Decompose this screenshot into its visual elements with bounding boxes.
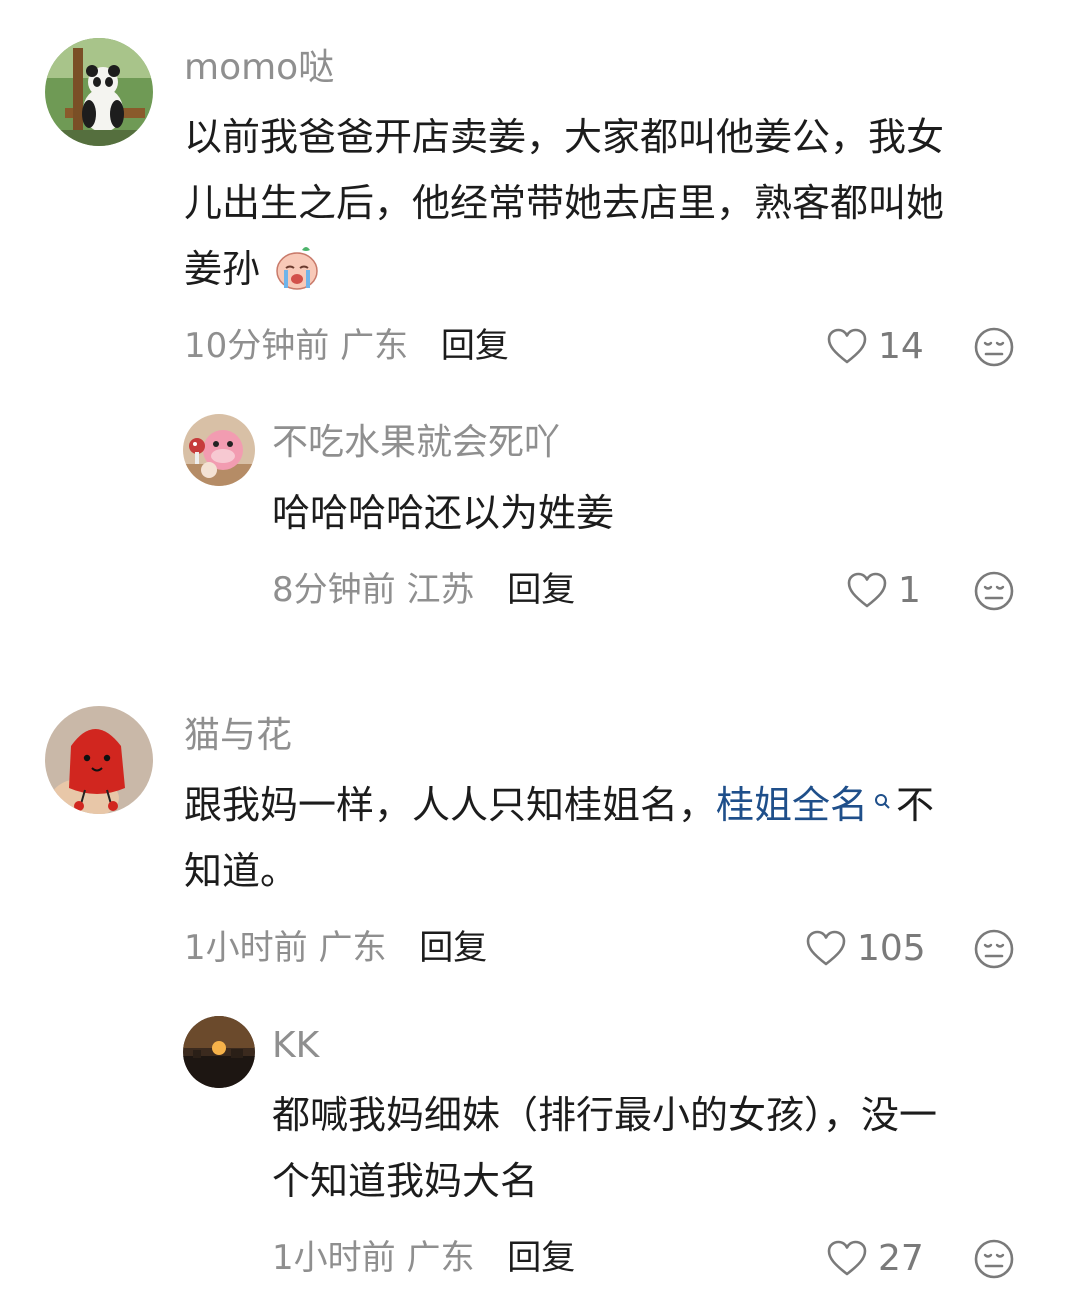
- avatar[interactable]: [45, 706, 153, 814]
- reply-button[interactable]: 回复: [507, 1238, 575, 1278]
- comment-location: 广东: [318, 928, 387, 968]
- like-button[interactable]: 27: [826, 1236, 924, 1280]
- reply-text: 都喊我妈细妹（排行最小的女孩），没一 个知道我妈大名: [272, 1082, 1052, 1214]
- avatar[interactable]: [183, 1016, 255, 1088]
- reply-meta: 1小时前 广东 回复: [272, 1236, 575, 1280]
- heart-outline-icon: [827, 1240, 867, 1276]
- reply-line: 个知道我妈大名: [272, 1159, 539, 1203]
- reply-time: 1小时前: [272, 1238, 396, 1278]
- comment-line: 知道。: [184, 849, 299, 893]
- dislike-button[interactable]: [973, 1238, 1015, 1284]
- meh-face-icon: [974, 1239, 1014, 1279]
- comment-line: 跟我妈一样，人人只知桂姐名，桂姐全名不: [184, 772, 1044, 838]
- heart-outline-icon: [806, 930, 846, 966]
- search-link[interactable]: 桂姐全名: [716, 783, 896, 827]
- comment-meta: 1小时前 广东 回复: [184, 926, 487, 970]
- comment-line-text: 跟我妈一样，人人只知桂姐名，: [184, 783, 717, 827]
- reply-location: 广东: [406, 1238, 475, 1278]
- like-count: 105: [857, 927, 926, 969]
- username[interactable]: KK: [272, 1024, 319, 1068]
- comment-line-text: 不: [896, 783, 935, 827]
- reply-line: 都喊我妈细妹（排行最小的女孩），没一: [272, 1093, 938, 1137]
- reply-button[interactable]: 回复: [419, 928, 487, 968]
- comment-item: 猫与花 跟我妈一样，人人只知桂姐名，桂姐全名不 知道。 1小时前 广东 回复 1…: [0, 0, 1080, 1305]
- dislike-button[interactable]: [973, 928, 1015, 974]
- comment-time: 1小时前: [184, 928, 308, 968]
- like-button[interactable]: 105: [805, 926, 926, 970]
- meh-face-icon: [974, 929, 1014, 969]
- search-icon[interactable]: [874, 792, 892, 817]
- comment-text: 跟我妈一样，人人只知桂姐名，桂姐全名不 知道。: [184, 772, 1044, 904]
- like-count: 27: [878, 1237, 924, 1279]
- username[interactable]: 猫与花: [184, 714, 292, 758]
- search-link-text[interactable]: 桂姐全名: [716, 783, 868, 827]
